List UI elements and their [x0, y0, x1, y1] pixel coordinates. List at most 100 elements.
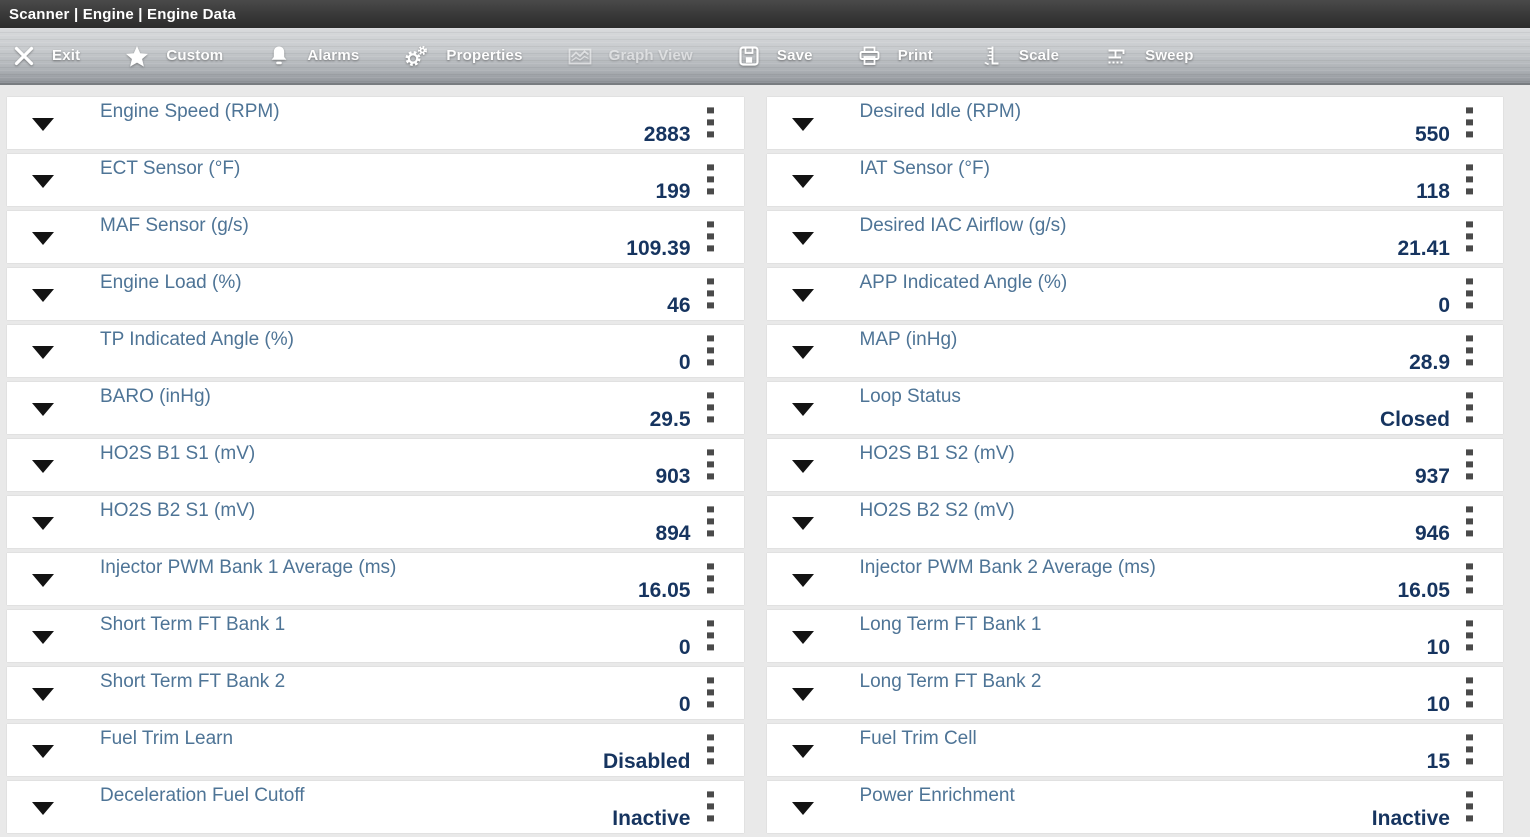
parameter-row[interactable]: MAP (inHg) 28.9 — [767, 325, 1504, 377]
kebab-drag-handle-icon[interactable] — [707, 563, 714, 593]
parameter-name: Short Term FT Bank 1 — [100, 614, 285, 636]
expand-triangle-icon[interactable] — [792, 802, 814, 815]
print-button[interactable]: Print — [857, 44, 933, 68]
expand-triangle-icon[interactable] — [32, 175, 54, 188]
parameter-row[interactable]: Injector PWM Bank 2 Average (ms) 16.05 — [767, 553, 1504, 605]
kebab-drag-handle-icon[interactable] — [1466, 620, 1473, 650]
parameter-value: Inactive — [1372, 807, 1450, 831]
kebab-drag-handle-icon[interactable] — [707, 221, 714, 251]
parameter-row[interactable]: ECT Sensor (°F) 199 — [7, 154, 744, 206]
save-button[interactable]: Save — [737, 44, 813, 68]
parameter-row[interactable]: Fuel Trim Cell 15 — [767, 724, 1504, 776]
expand-triangle-icon[interactable] — [792, 517, 814, 530]
kebab-drag-handle-icon[interactable] — [1466, 392, 1473, 422]
expand-triangle-icon[interactable] — [32, 688, 54, 701]
parameter-row[interactable]: Deceleration Fuel Cutoff Inactive — [7, 781, 744, 833]
kebab-drag-handle-icon[interactable] — [707, 335, 714, 365]
kebab-drag-handle-icon[interactable] — [1466, 164, 1473, 194]
kebab-drag-handle-icon[interactable] — [707, 449, 714, 479]
parameter-row[interactable]: TP Indicated Angle (%) 0 — [7, 325, 744, 377]
kebab-drag-handle-icon[interactable] — [707, 278, 714, 308]
parameter-row[interactable]: Power Enrichment Inactive — [767, 781, 1504, 833]
parameter-grid: Engine Speed (RPM) 2883 ECT Sensor (°F) … — [0, 85, 1530, 837]
parameter-row[interactable]: HO2S B2 S1 (mV) 894 — [7, 496, 744, 548]
expand-triangle-icon[interactable] — [32, 802, 54, 815]
parameter-row[interactable]: APP Indicated Angle (%) 0 — [767, 268, 1504, 320]
expand-triangle-icon[interactable] — [32, 232, 54, 245]
parameter-value: 109.39 — [626, 237, 690, 261]
expand-triangle-icon[interactable] — [32, 574, 54, 587]
kebab-drag-handle-icon[interactable] — [1466, 107, 1473, 137]
parameter-row[interactable]: Engine Load (%) 46 — [7, 268, 744, 320]
scale-icon — [977, 44, 1003, 68]
kebab-drag-handle-icon[interactable] — [707, 677, 714, 707]
parameter-value: Disabled — [603, 750, 691, 774]
parameter-row[interactable]: BARO (inHg) 29.5 — [7, 382, 744, 434]
expand-triangle-icon[interactable] — [792, 346, 814, 359]
kebab-drag-handle-icon[interactable] — [1466, 563, 1473, 593]
expand-triangle-icon[interactable] — [32, 403, 54, 416]
expand-triangle-icon[interactable] — [792, 175, 814, 188]
kebab-drag-handle-icon[interactable] — [1466, 449, 1473, 479]
parameter-name: Long Term FT Bank 1 — [860, 614, 1042, 636]
parameter-value: 894 — [655, 522, 690, 546]
expand-triangle-icon[interactable] — [792, 289, 814, 302]
expand-triangle-icon[interactable] — [32, 460, 54, 473]
properties-label: Properties — [446, 47, 522, 64]
parameter-row[interactable]: Injector PWM Bank 1 Average (ms) 16.05 — [7, 553, 744, 605]
parameter-row[interactable]: Desired Idle (RPM) 550 — [767, 97, 1504, 149]
parameter-row[interactable]: MAF Sensor (g/s) 109.39 — [7, 211, 744, 263]
parameter-row[interactable]: Loop Status Closed — [767, 382, 1504, 434]
kebab-drag-handle-icon[interactable] — [1466, 278, 1473, 308]
parameter-row[interactable]: Short Term FT Bank 2 0 — [7, 667, 744, 719]
parameter-row[interactable]: Fuel Trim Learn Disabled — [7, 724, 744, 776]
expand-triangle-icon[interactable] — [32, 346, 54, 359]
kebab-drag-handle-icon[interactable] — [1466, 335, 1473, 365]
parameter-row[interactable]: Engine Speed (RPM) 2883 — [7, 97, 744, 149]
kebab-drag-handle-icon[interactable] — [707, 164, 714, 194]
expand-triangle-icon[interactable] — [792, 460, 814, 473]
expand-triangle-icon[interactable] — [792, 745, 814, 758]
kebab-drag-handle-icon[interactable] — [707, 107, 714, 137]
expand-triangle-icon[interactable] — [792, 403, 814, 416]
parameter-row[interactable]: Desired IAC Airflow (g/s) 21.41 — [767, 211, 1504, 263]
expand-triangle-icon[interactable] — [32, 289, 54, 302]
kebab-drag-handle-icon[interactable] — [1466, 791, 1473, 821]
parameter-name: Loop Status — [860, 386, 961, 408]
kebab-drag-handle-icon[interactable] — [1466, 677, 1473, 707]
properties-button[interactable]: Properties — [403, 44, 522, 68]
parameter-row[interactable]: HO2S B1 S2 (mV) 937 — [767, 439, 1504, 491]
exit-button[interactable]: Exit — [12, 44, 80, 68]
expand-triangle-icon[interactable] — [792, 118, 814, 131]
sweep-button[interactable]: Sweep — [1103, 44, 1194, 68]
kebab-drag-handle-icon[interactable] — [1466, 221, 1473, 251]
expand-triangle-icon[interactable] — [792, 688, 814, 701]
expand-triangle-icon[interactable] — [32, 631, 54, 644]
expand-triangle-icon[interactable] — [792, 574, 814, 587]
parameter-row[interactable]: HO2S B1 S1 (mV) 903 — [7, 439, 744, 491]
expand-triangle-icon[interactable] — [792, 232, 814, 245]
expand-triangle-icon[interactable] — [32, 517, 54, 530]
alarms-button[interactable]: Alarms — [267, 44, 359, 68]
scale-button[interactable]: Scale — [977, 44, 1059, 68]
parameter-row[interactable]: Long Term FT Bank 2 10 — [767, 667, 1504, 719]
gears-icon — [403, 44, 430, 68]
parameter-name: HO2S B2 S1 (mV) — [100, 500, 255, 522]
kebab-drag-handle-icon[interactable] — [1466, 734, 1473, 764]
parameter-row[interactable]: Short Term FT Bank 1 0 — [7, 610, 744, 662]
parameter-row[interactable]: HO2S B2 S2 (mV) 946 — [767, 496, 1504, 548]
parameter-name: Short Term FT Bank 2 — [100, 671, 285, 693]
parameter-value: 118 — [1416, 180, 1450, 204]
kebab-drag-handle-icon[interactable] — [707, 392, 714, 422]
parameter-row[interactable]: Long Term FT Bank 1 10 — [767, 610, 1504, 662]
kebab-drag-handle-icon[interactable] — [707, 620, 714, 650]
kebab-drag-handle-icon[interactable] — [707, 506, 714, 536]
kebab-drag-handle-icon[interactable] — [707, 734, 714, 764]
kebab-drag-handle-icon[interactable] — [707, 791, 714, 821]
parameter-row[interactable]: IAT Sensor (°F) 118 — [767, 154, 1504, 206]
expand-triangle-icon[interactable] — [32, 745, 54, 758]
custom-button[interactable]: Custom — [124, 44, 223, 68]
expand-triangle-icon[interactable] — [792, 631, 814, 644]
expand-triangle-icon[interactable] — [32, 118, 54, 131]
kebab-drag-handle-icon[interactable] — [1466, 506, 1473, 536]
